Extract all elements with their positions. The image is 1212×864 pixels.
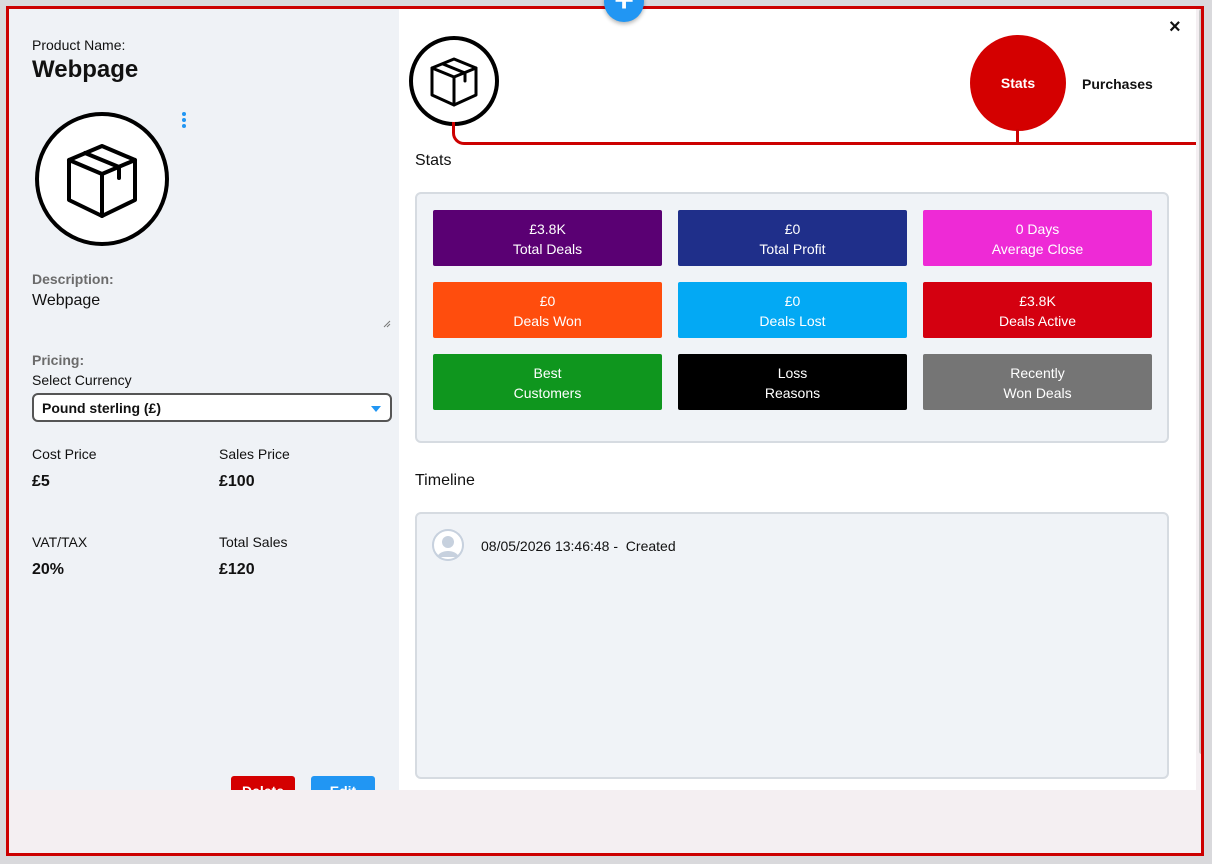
tile-label: Total Profit (759, 241, 826, 257)
tile-label: Customers (513, 385, 582, 401)
resize-handle-icon[interactable] (383, 320, 391, 328)
vat-value: 20% (32, 561, 65, 578)
package-box-icon (430, 57, 478, 107)
product-details-panel: Product Name: Webpage Description: Webpa… (9, 9, 399, 790)
product-image[interactable] (35, 112, 169, 246)
product-name: Webpage (32, 56, 139, 83)
tile-deals-active[interactable]: £3.8K Deals Active (923, 282, 1152, 338)
tab-stats[interactable]: Stats (970, 35, 1066, 131)
tile-recently-won-deals[interactable]: Recently Won Deals (923, 354, 1152, 410)
total-sales-value: £120 (219, 561, 255, 578)
edit-button[interactable]: Edit (311, 776, 375, 790)
tile-label: Deals Active (998, 313, 1077, 329)
tile-label: Won Deals (1003, 385, 1072, 401)
tile-label: Deals Lost (759, 313, 826, 329)
tile-value: 0 Days (1015, 221, 1060, 237)
product-thumbnail (409, 36, 499, 126)
tile-best-customers[interactable]: Best Customers (433, 354, 662, 410)
tile-label: Reasons (764, 385, 821, 401)
tab-purchases[interactable]: Purchases (1082, 76, 1153, 92)
tile-deals-won[interactable]: £0 Deals Won (433, 282, 662, 338)
timeline-title: Timeline (415, 472, 475, 489)
package-box-icon (67, 144, 137, 218)
user-avatar-icon (432, 529, 464, 561)
tile-total-deals[interactable]: £3.8K Total Deals (433, 210, 662, 266)
currency-select[interactable]: Pound sterling (£) (32, 393, 392, 422)
description-label: Description: (32, 271, 114, 287)
tile-label: Total Deals (512, 241, 583, 257)
product-name-label: Product Name: (32, 37, 126, 53)
tile-value: Best (533, 365, 562, 381)
tile-total-profit[interactable]: £0 Total Profit (678, 210, 907, 266)
cost-price-label: Cost Price (32, 446, 97, 462)
product-modal: Product Name: Webpage Description: Webpa… (6, 6, 1204, 856)
delete-button[interactable]: Delete (231, 776, 295, 790)
timeline-list: 08/05/2026 13:46:48 - Created (415, 512, 1169, 779)
tab-connector-line (452, 122, 1196, 145)
tile-value: £3.8K (1019, 293, 1056, 309)
tile-value: £0 (784, 293, 801, 309)
tile-deals-lost[interactable]: £0 Deals Lost (678, 282, 907, 338)
tile-value: Recently (1010, 365, 1065, 381)
tab-indicator (1016, 129, 1019, 143)
tile-value: Loss (777, 365, 808, 381)
cost-price-value: £5 (32, 473, 50, 490)
chevron-down-icon (371, 406, 381, 412)
tile-value: £0 (539, 293, 556, 309)
pricing-label: Pricing: (32, 352, 85, 368)
tile-loss-reasons[interactable]: Loss Reasons (678, 354, 907, 410)
stats-grid: £3.8K Total Deals £0 Total Profit 0 Days Av… (415, 192, 1169, 443)
kebab-menu-icon[interactable] (181, 112, 187, 130)
stats-title: Stats (415, 152, 452, 169)
currency-select-value: Pound sterling (£) (42, 400, 161, 416)
scrollbar[interactable] (1199, 9, 1201, 754)
timeline-timestamp: 08/05/2026 13:46:48 - (481, 538, 619, 554)
vat-label: VAT/TAX (32, 534, 88, 550)
tile-average-close[interactable]: 0 Days Average Close (923, 210, 1152, 266)
tile-label: Deals Won (513, 313, 582, 329)
total-sales-label: Total Sales (219, 534, 288, 550)
stats-panel-container: Stats Purchases Stats £3.8K Total Deals £… (399, 9, 1196, 790)
description-field[interactable]: Webpage (32, 292, 100, 310)
tile-value: £3.8K (529, 221, 566, 237)
sales-price-value: £100 (219, 473, 255, 490)
close-icon[interactable]: × (1169, 17, 1181, 37)
timeline-event: Created (625, 538, 676, 554)
sales-price-label: Sales Price (219, 446, 290, 462)
timeline-entry: 08/05/2026 13:46:48 - Created (481, 538, 676, 554)
tile-value: £0 (784, 221, 801, 237)
currency-label: Select Currency (32, 372, 132, 388)
tile-label: Average Close (991, 241, 1084, 257)
